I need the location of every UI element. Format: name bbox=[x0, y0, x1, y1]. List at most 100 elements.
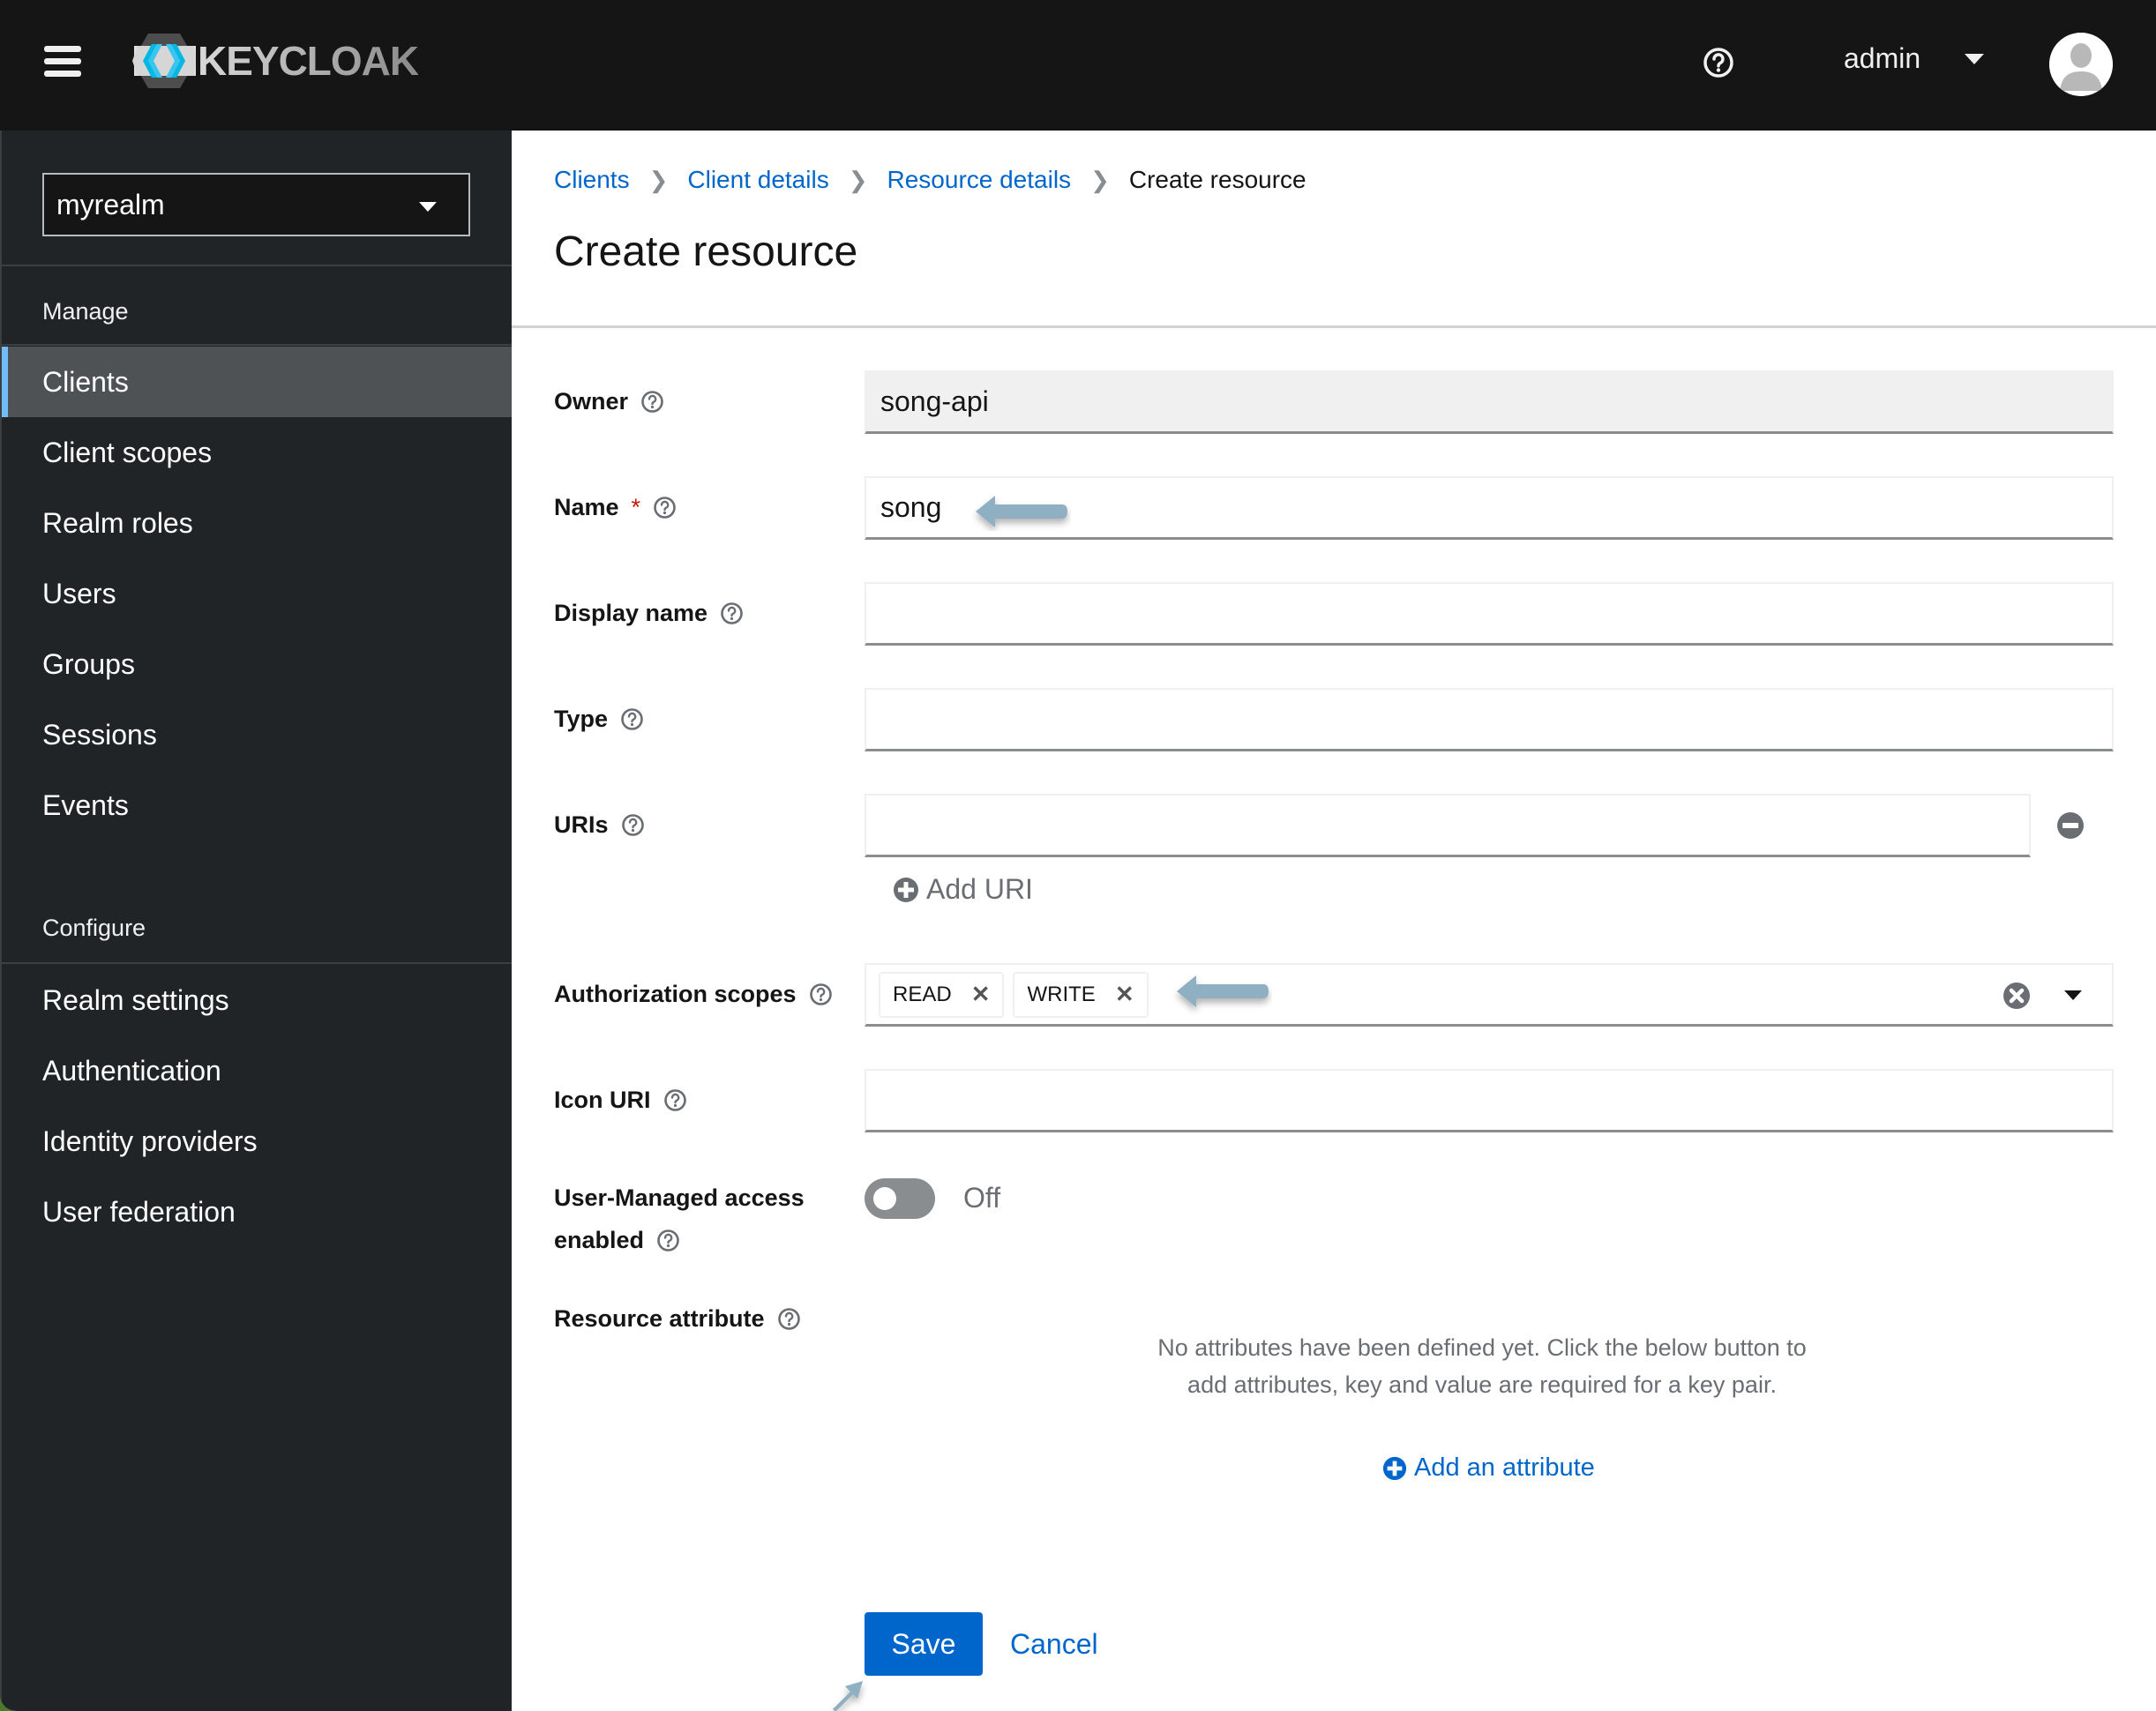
sidebar-divider bbox=[2, 344, 513, 346]
help-icon[interactable] bbox=[620, 707, 644, 731]
display-name-label: Display name bbox=[554, 600, 744, 627]
uris-label: URIs bbox=[554, 811, 645, 839]
sidebar-item-realm-settings[interactable]: Realm settings bbox=[2, 965, 512, 1035]
annotation-arrow-left-icon bbox=[1177, 975, 1269, 1007]
sidebar-item-user-federation[interactable]: User federation bbox=[2, 1177, 512, 1247]
uri-input[interactable] bbox=[865, 794, 2031, 857]
sidebar-item-label: Client scopes bbox=[42, 436, 213, 468]
help-icon[interactable] bbox=[621, 813, 645, 837]
breadcrumb: Clients ❯ Client details ❯ Resource deta… bbox=[554, 166, 1306, 194]
chip-label: WRITE bbox=[1027, 982, 1096, 1006]
cancel-button[interactable]: Cancel bbox=[1010, 1612, 1098, 1676]
label-text: Icon URI bbox=[554, 1087, 651, 1113]
resource-attribute-label: Resource attribute bbox=[554, 1305, 801, 1333]
add-attribute-button[interactable]: Add an attribute bbox=[1382, 1453, 1595, 1483]
add-attribute-label: Add an attribute bbox=[1414, 1453, 1595, 1482]
authorization-scopes-select[interactable]: READ ✕ WRITE ✕ bbox=[865, 963, 2114, 1027]
user-menu-toggle[interactable]: admin bbox=[1844, 42, 1985, 75]
label-text: Owner bbox=[554, 388, 629, 415]
chevron-right-icon: ❯ bbox=[648, 166, 669, 193]
add-uri-label: Add URI bbox=[926, 873, 1033, 905]
caret-down-icon[interactable] bbox=[2064, 990, 2082, 1000]
sidebar-item-label: Realm roles bbox=[42, 506, 193, 539]
help-icon[interactable] bbox=[653, 496, 677, 519]
breadcrumb-resource-details[interactable]: Resource details bbox=[887, 166, 1072, 194]
brand-name: KEYCLOAK bbox=[198, 38, 419, 84]
save-button[interactable]: Save bbox=[865, 1612, 983, 1676]
sidebar-item-label: Users bbox=[42, 577, 116, 609]
user-managed-access-toggle[interactable] bbox=[865, 1178, 935, 1219]
remove-uri-icon[interactable] bbox=[2056, 811, 2085, 840]
nav-section-manage: Manage bbox=[42, 298, 129, 325]
realm-selector[interactable]: myrealm bbox=[42, 173, 470, 236]
authorization-scopes-label: Authorization scopes bbox=[554, 981, 833, 1008]
scope-chip-write[interactable]: WRITE ✕ bbox=[1013, 971, 1149, 1018]
type-input[interactable] bbox=[865, 688, 2114, 751]
sidebar-item-realm-roles[interactable]: Realm roles bbox=[2, 488, 512, 558]
sidebar-item-label: Clients bbox=[42, 365, 129, 398]
sidebar-item-label: Identity providers bbox=[42, 1124, 258, 1157]
help-icon[interactable] bbox=[656, 1229, 680, 1252]
sidebar-item-events[interactable]: Events bbox=[2, 770, 512, 841]
sidebar-item-label: Groups bbox=[42, 647, 135, 680]
sidebar-item-authentication[interactable]: Authentication bbox=[2, 1035, 512, 1106]
title-divider bbox=[512, 325, 2156, 328]
caret-down-icon bbox=[419, 202, 437, 212]
chevron-right-icon: ❯ bbox=[848, 166, 868, 193]
sidebar-item-sessions[interactable]: Sessions bbox=[2, 699, 512, 770]
name-value: song bbox=[880, 491, 942, 523]
realm-name: myrealm bbox=[56, 188, 165, 220]
sidebar-item-label: Sessions bbox=[42, 718, 157, 751]
breadcrumb-current: Create resource bbox=[1128, 166, 1306, 193]
keycloak-logo[interactable]: KEYCLOAK bbox=[132, 32, 419, 90]
help-icon[interactable] bbox=[663, 1088, 687, 1112]
help-icon[interactable] bbox=[777, 1307, 801, 1331]
add-uri-button[interactable]: Add URI bbox=[893, 873, 1033, 906]
help-icon[interactable] bbox=[1703, 47, 1734, 78]
sidebar-item-clients[interactable]: Clients bbox=[2, 347, 512, 417]
owner-field[interactable]: song-api bbox=[865, 370, 2114, 434]
name-label: Name * bbox=[554, 494, 677, 521]
help-icon[interactable] bbox=[809, 983, 833, 1006]
label-text: User-Managed access bbox=[554, 1184, 805, 1211]
page-title: Create resource bbox=[554, 228, 858, 275]
user-avatar-icon[interactable] bbox=[2049, 33, 2113, 96]
empty-attributes-message: No attributes have been defined yet. Cli… bbox=[1157, 1334, 1807, 1398]
user-name: admin bbox=[1844, 42, 1921, 74]
label-text: enabled bbox=[554, 1227, 645, 1253]
main-content: Clients ❯ Client details ❯ Resource deta… bbox=[512, 131, 2156, 1711]
close-icon[interactable]: ✕ bbox=[1115, 981, 1134, 1008]
keycloak-logo-icon bbox=[132, 34, 196, 88]
required-marker: * bbox=[631, 494, 641, 520]
annotation-arrow-up-right-icon bbox=[833, 1681, 863, 1711]
sidebar-item-identity-providers[interactable]: Identity providers bbox=[2, 1106, 512, 1177]
owner-value: song-api bbox=[880, 385, 989, 417]
sidebar: myrealm Manage Clients Client scopes Rea… bbox=[0, 131, 513, 1711]
hamburger-icon[interactable] bbox=[44, 46, 81, 81]
label-text: Authorization scopes bbox=[554, 981, 797, 1007]
sidebar-item-label: Events bbox=[42, 788, 129, 821]
breadcrumb-client-details[interactable]: Client details bbox=[687, 166, 828, 194]
help-icon[interactable] bbox=[720, 601, 744, 625]
plus-circle-icon bbox=[1382, 1456, 1407, 1480]
sidebar-item-label: Authentication bbox=[42, 1054, 221, 1087]
owner-label: Owner bbox=[554, 388, 664, 415]
breadcrumb-clients[interactable]: Clients bbox=[554, 166, 630, 194]
display-name-input[interactable] bbox=[865, 582, 2114, 646]
icon-uri-label: Icon URI bbox=[554, 1087, 687, 1114]
close-icon[interactable]: ✕ bbox=[971, 981, 991, 1008]
label-text: Resource attribute bbox=[554, 1305, 765, 1332]
scope-chip-read[interactable]: READ ✕ bbox=[879, 971, 1005, 1018]
app-window: KEYCLOAK admin myrealm Manage Clients Cl… bbox=[0, 0, 2156, 1711]
sidebar-item-groups[interactable]: Groups bbox=[2, 629, 512, 699]
icon-uri-input[interactable] bbox=[865, 1069, 2114, 1132]
nav-section-configure: Configure bbox=[42, 915, 146, 941]
clear-selection-icon[interactable] bbox=[2003, 982, 2031, 1010]
label-text: Name bbox=[554, 494, 619, 520]
sidebar-item-client-scopes[interactable]: Client scopes bbox=[2, 417, 512, 488]
caret-down-icon bbox=[1965, 53, 1985, 64]
help-icon[interactable] bbox=[640, 390, 664, 414]
chevron-right-icon: ❯ bbox=[1090, 166, 1110, 193]
sidebar-item-users[interactable]: Users bbox=[2, 558, 512, 629]
user-managed-access-label: User-Managed access enabled bbox=[554, 1177, 805, 1261]
